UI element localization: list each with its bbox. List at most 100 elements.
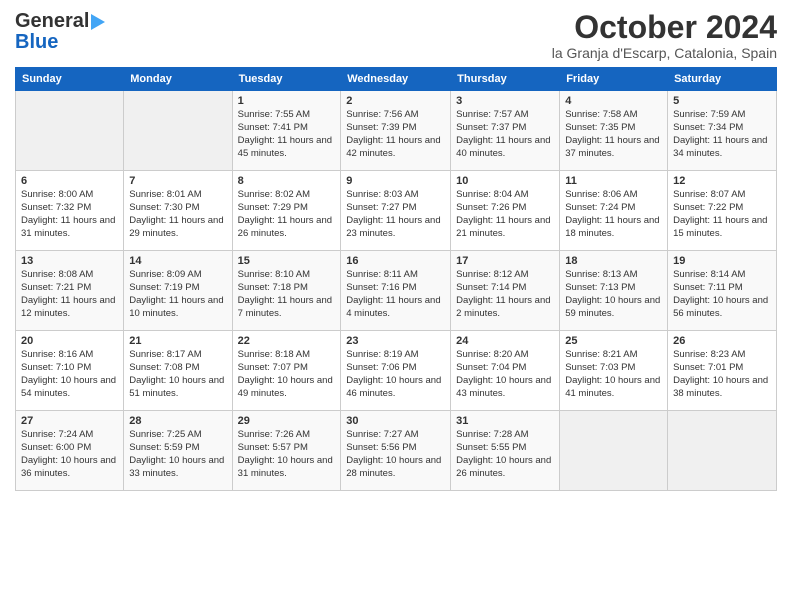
day-cell (16, 91, 124, 171)
day-number: 26 (673, 335, 771, 347)
day-number: 10 (456, 175, 554, 187)
day-info: Sunrise: 7:55 AMSunset: 7:41 PMDaylight:… (238, 109, 336, 160)
day-number: 7 (129, 175, 226, 187)
day-cell: 8 Sunrise: 8:02 AMSunset: 7:29 PMDaylight… (232, 171, 341, 251)
day-cell: 30Sunrise: 7:27 AMSunset: 5:56 PMDayligh… (341, 411, 451, 491)
day-info: Sunrise: 8:11 AMSunset: 7:16 PMDaylight:… (346, 269, 445, 320)
day-number: 22 (238, 335, 336, 347)
day-number: 11 (565, 175, 662, 187)
day-number: 13 (21, 255, 118, 267)
day-number: 16 (346, 255, 445, 267)
day-cell: 14Sunrise: 8:09 AMSunset: 7:19 PMDayligh… (124, 251, 232, 331)
day-cell: 10 Sunrise: 8:04 AMSunset: 7:26 PMDayligh… (451, 171, 560, 251)
day-number: 17 (456, 255, 554, 267)
title-block: October 2024 la Granja d'Escarp, Catalon… (552, 10, 777, 61)
day-cell: 4 Sunrise: 7:58 AMSunset: 7:35 PMDaylight… (560, 91, 668, 171)
calendar-table: SundayMondayTuesdayWednesdayThursdayFrid… (15, 67, 777, 491)
day-info: Sunrise: 8:10 AMSunset: 7:18 PMDaylight:… (238, 269, 336, 320)
day-cell: 27Sunrise: 7:24 AMSunset: 6:00 PMDayligh… (16, 411, 124, 491)
day-number: 31 (456, 415, 554, 427)
col-header-thursday: Thursday (451, 68, 560, 91)
day-number: 9 (346, 175, 445, 187)
day-number: 21 (129, 335, 226, 347)
day-cell: 22Sunrise: 8:18 AMSunset: 7:07 PMDayligh… (232, 331, 341, 411)
day-info: Sunrise: 7:28 AMSunset: 5:55 PMDaylight:… (456, 429, 554, 480)
day-number: 23 (346, 335, 445, 347)
day-cell: 17 Sunrise: 8:12 AMSunset: 7:14 PMDayligh… (451, 251, 560, 331)
col-header-tuesday: Tuesday (232, 68, 341, 91)
day-info: Sunrise: 8:12 AMSunset: 7:14 PMDaylight:… (456, 269, 554, 320)
day-info: Sunrise: 8:20 AMSunset: 7:04 PMDaylight:… (456, 349, 554, 400)
day-number: 4 (565, 95, 662, 107)
week-row-3: 13Sunrise: 8:08 AMSunset: 7:21 PMDayligh… (16, 251, 777, 331)
calendar-header-row: SundayMondayTuesdayWednesdayThursdayFrid… (16, 68, 777, 91)
calendar-subtitle: la Granja d'Escarp, Catalonia, Spain (552, 45, 777, 61)
day-number: 24 (456, 335, 554, 347)
day-cell: 19 Sunrise: 8:14 AMSunset: 7:11 PMDayligh… (668, 251, 777, 331)
day-cell: 9 Sunrise: 8:03 AMSunset: 7:27 PMDaylight… (341, 171, 451, 251)
day-cell: 13Sunrise: 8:08 AMSunset: 7:21 PMDayligh… (16, 251, 124, 331)
day-info: Sunrise: 7:58 AMSunset: 7:35 PMDaylight:… (565, 109, 662, 160)
week-row-1: 1Sunrise: 7:55 AMSunset: 7:41 PMDaylight… (16, 91, 777, 171)
day-cell: 24 Sunrise: 8:20 AMSunset: 7:04 PMDayligh… (451, 331, 560, 411)
day-info: Sunrise: 8:02 AMSunset: 7:29 PMDaylight:… (238, 189, 336, 240)
col-header-saturday: Saturday (668, 68, 777, 91)
day-number: 8 (238, 175, 336, 187)
day-info: Sunrise: 8:00 AMSunset: 7:32 PMDaylight:… (21, 189, 118, 240)
day-info: Sunrise: 7:57 AMSunset: 7:37 PMDaylight:… (456, 109, 554, 160)
day-info: Sunrise: 7:25 AMSunset: 5:59 PMDaylight:… (129, 429, 226, 480)
day-info: Sunrise: 8:23 AMSunset: 7:01 PMDaylight:… (673, 349, 771, 400)
logo-general: General (15, 10, 89, 33)
day-number: 27 (21, 415, 118, 427)
day-cell: 23 Sunrise: 8:19 AMSunset: 7:06 PMDayligh… (341, 331, 451, 411)
logo-arrow-icon (91, 14, 105, 30)
week-row-2: 6 Sunrise: 8:00 AMSunset: 7:32 PMDaylight… (16, 171, 777, 251)
day-info: Sunrise: 8:21 AMSunset: 7:03 PMDaylight:… (565, 349, 662, 400)
week-row-5: 27Sunrise: 7:24 AMSunset: 6:00 PMDayligh… (16, 411, 777, 491)
day-cell (560, 411, 668, 491)
header: General Blue October 2024 la Granja d'Es… (15, 10, 777, 61)
day-number: 3 (456, 95, 554, 107)
day-cell: 5 Sunrise: 7:59 AMSunset: 7:34 PMDaylight… (668, 91, 777, 171)
day-info: Sunrise: 8:19 AMSunset: 7:06 PMDaylight:… (346, 349, 445, 400)
logo: General Blue (15, 10, 105, 54)
col-header-friday: Friday (560, 68, 668, 91)
day-info: Sunrise: 7:59 AMSunset: 7:34 PMDaylight:… (673, 109, 771, 160)
day-cell: 29 Sunrise: 7:26 AMSunset: 5:57 PMDayligh… (232, 411, 341, 491)
day-cell: 12Sunrise: 8:07 AMSunset: 7:22 PMDayligh… (668, 171, 777, 251)
day-number: 2 (346, 95, 445, 107)
col-header-monday: Monday (124, 68, 232, 91)
day-number: 20 (21, 335, 118, 347)
day-info: Sunrise: 8:16 AMSunset: 7:10 PMDaylight:… (21, 349, 118, 400)
day-number: 5 (673, 95, 771, 107)
day-info: Sunrise: 8:17 AMSunset: 7:08 PMDaylight:… (129, 349, 226, 400)
day-info: Sunrise: 7:26 AMSunset: 5:57 PMDaylight:… (238, 429, 336, 480)
col-header-wednesday: Wednesday (341, 68, 451, 91)
day-number: 29 (238, 415, 336, 427)
page: General Blue October 2024 la Granja d'Es… (0, 0, 792, 612)
week-row-4: 20 Sunrise: 8:16 AMSunset: 7:10 PMDayligh… (16, 331, 777, 411)
day-info: Sunrise: 8:04 AMSunset: 7:26 PMDaylight:… (456, 189, 554, 240)
day-cell: 1Sunrise: 7:55 AMSunset: 7:41 PMDaylight… (232, 91, 341, 171)
day-cell: 6 Sunrise: 8:00 AMSunset: 7:32 PMDaylight… (16, 171, 124, 251)
day-cell (124, 91, 232, 171)
day-cell: 26 Sunrise: 8:23 AMSunset: 7:01 PMDayligh… (668, 331, 777, 411)
day-cell: 21 Sunrise: 8:17 AMSunset: 7:08 PMDayligh… (124, 331, 232, 411)
day-info: Sunrise: 8:13 AMSunset: 7:13 PMDaylight:… (565, 269, 662, 320)
day-number: 15 (238, 255, 336, 267)
day-cell: 20 Sunrise: 8:16 AMSunset: 7:10 PMDayligh… (16, 331, 124, 411)
day-cell: 7Sunrise: 8:01 AMSunset: 7:30 PMDaylight… (124, 171, 232, 251)
day-info: Sunrise: 7:56 AMSunset: 7:39 PMDaylight:… (346, 109, 445, 160)
day-info: Sunrise: 8:03 AMSunset: 7:27 PMDaylight:… (346, 189, 445, 240)
day-cell: 2 Sunrise: 7:56 AMSunset: 7:39 PMDaylight… (341, 91, 451, 171)
day-cell: 31 Sunrise: 7:28 AMSunset: 5:55 PMDayligh… (451, 411, 560, 491)
day-number: 6 (21, 175, 118, 187)
day-number: 28 (129, 415, 226, 427)
day-number: 19 (673, 255, 771, 267)
logo-blue: Blue (15, 31, 58, 54)
day-cell: 15 Sunrise: 8:10 AMSunset: 7:18 PMDayligh… (232, 251, 341, 331)
day-cell: 25Sunrise: 8:21 AMSunset: 7:03 PMDayligh… (560, 331, 668, 411)
day-cell (668, 411, 777, 491)
day-number: 18 (565, 255, 662, 267)
day-info: Sunrise: 8:14 AMSunset: 7:11 PMDaylight:… (673, 269, 771, 320)
